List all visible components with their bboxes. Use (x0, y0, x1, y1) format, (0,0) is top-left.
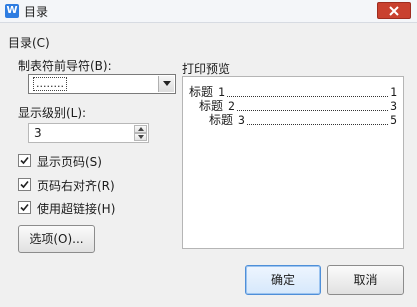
close-button[interactable] (377, 2, 411, 19)
toc-entry-title: 标题 (209, 113, 234, 127)
level-decrement-button[interactable] (134, 133, 147, 141)
wps-writer-icon: W (5, 4, 19, 18)
chevron-down-icon (137, 135, 144, 139)
cancel-button[interactable]: 取消 (327, 265, 404, 295)
show-page-numbers-label[interactable]: 显示页码(S) (37, 153, 102, 170)
toc-leader-dots (246, 124, 389, 125)
checkmark-icon (20, 203, 29, 212)
level-stepper[interactable]: 3 (28, 123, 149, 143)
print-preview-pane: 标题 1 1 标题 2 3 标题 3 5 (182, 76, 404, 249)
close-icon (389, 6, 399, 16)
leader-label: 制表符前导符(B): (18, 59, 112, 73)
level-value[interactable]: 3 (34, 126, 42, 140)
title-bar: W 目录 (0, 0, 417, 23)
checkmark-icon (20, 156, 29, 165)
dropdown-button[interactable] (158, 76, 174, 92)
level-increment-button[interactable] (134, 125, 147, 133)
print-preview-label: 打印预览 (182, 62, 231, 76)
toc-entry-number: 3 (238, 113, 245, 127)
chevron-up-icon (137, 127, 144, 131)
window-title: 目录 (24, 5, 49, 19)
toc-entry-page: 5 (390, 113, 397, 127)
right-align-page-numbers-checkbox[interactable] (18, 178, 31, 191)
level-label: 显示级别(L): (18, 106, 87, 120)
leader-select[interactable]: ........ (28, 74, 176, 94)
toc-group-label: 目录(C) (8, 36, 50, 50)
show-page-numbers-checkbox[interactable] (18, 154, 31, 167)
chevron-down-icon (162, 81, 171, 86)
use-hyperlinks-label[interactable]: 使用超链接(H) (37, 200, 115, 217)
use-hyperlinks-checkbox[interactable] (18, 201, 31, 214)
leader-select-value: ........ (33, 77, 67, 91)
toc-entry: 标题 3 5 (209, 111, 397, 128)
right-align-page-numbers-label[interactable]: 页码右对齐(R) (37, 177, 115, 194)
ok-button[interactable]: 确定 (245, 265, 321, 295)
options-button[interactable]: 选项(O)... (18, 225, 95, 253)
checkmark-icon (20, 180, 29, 189)
